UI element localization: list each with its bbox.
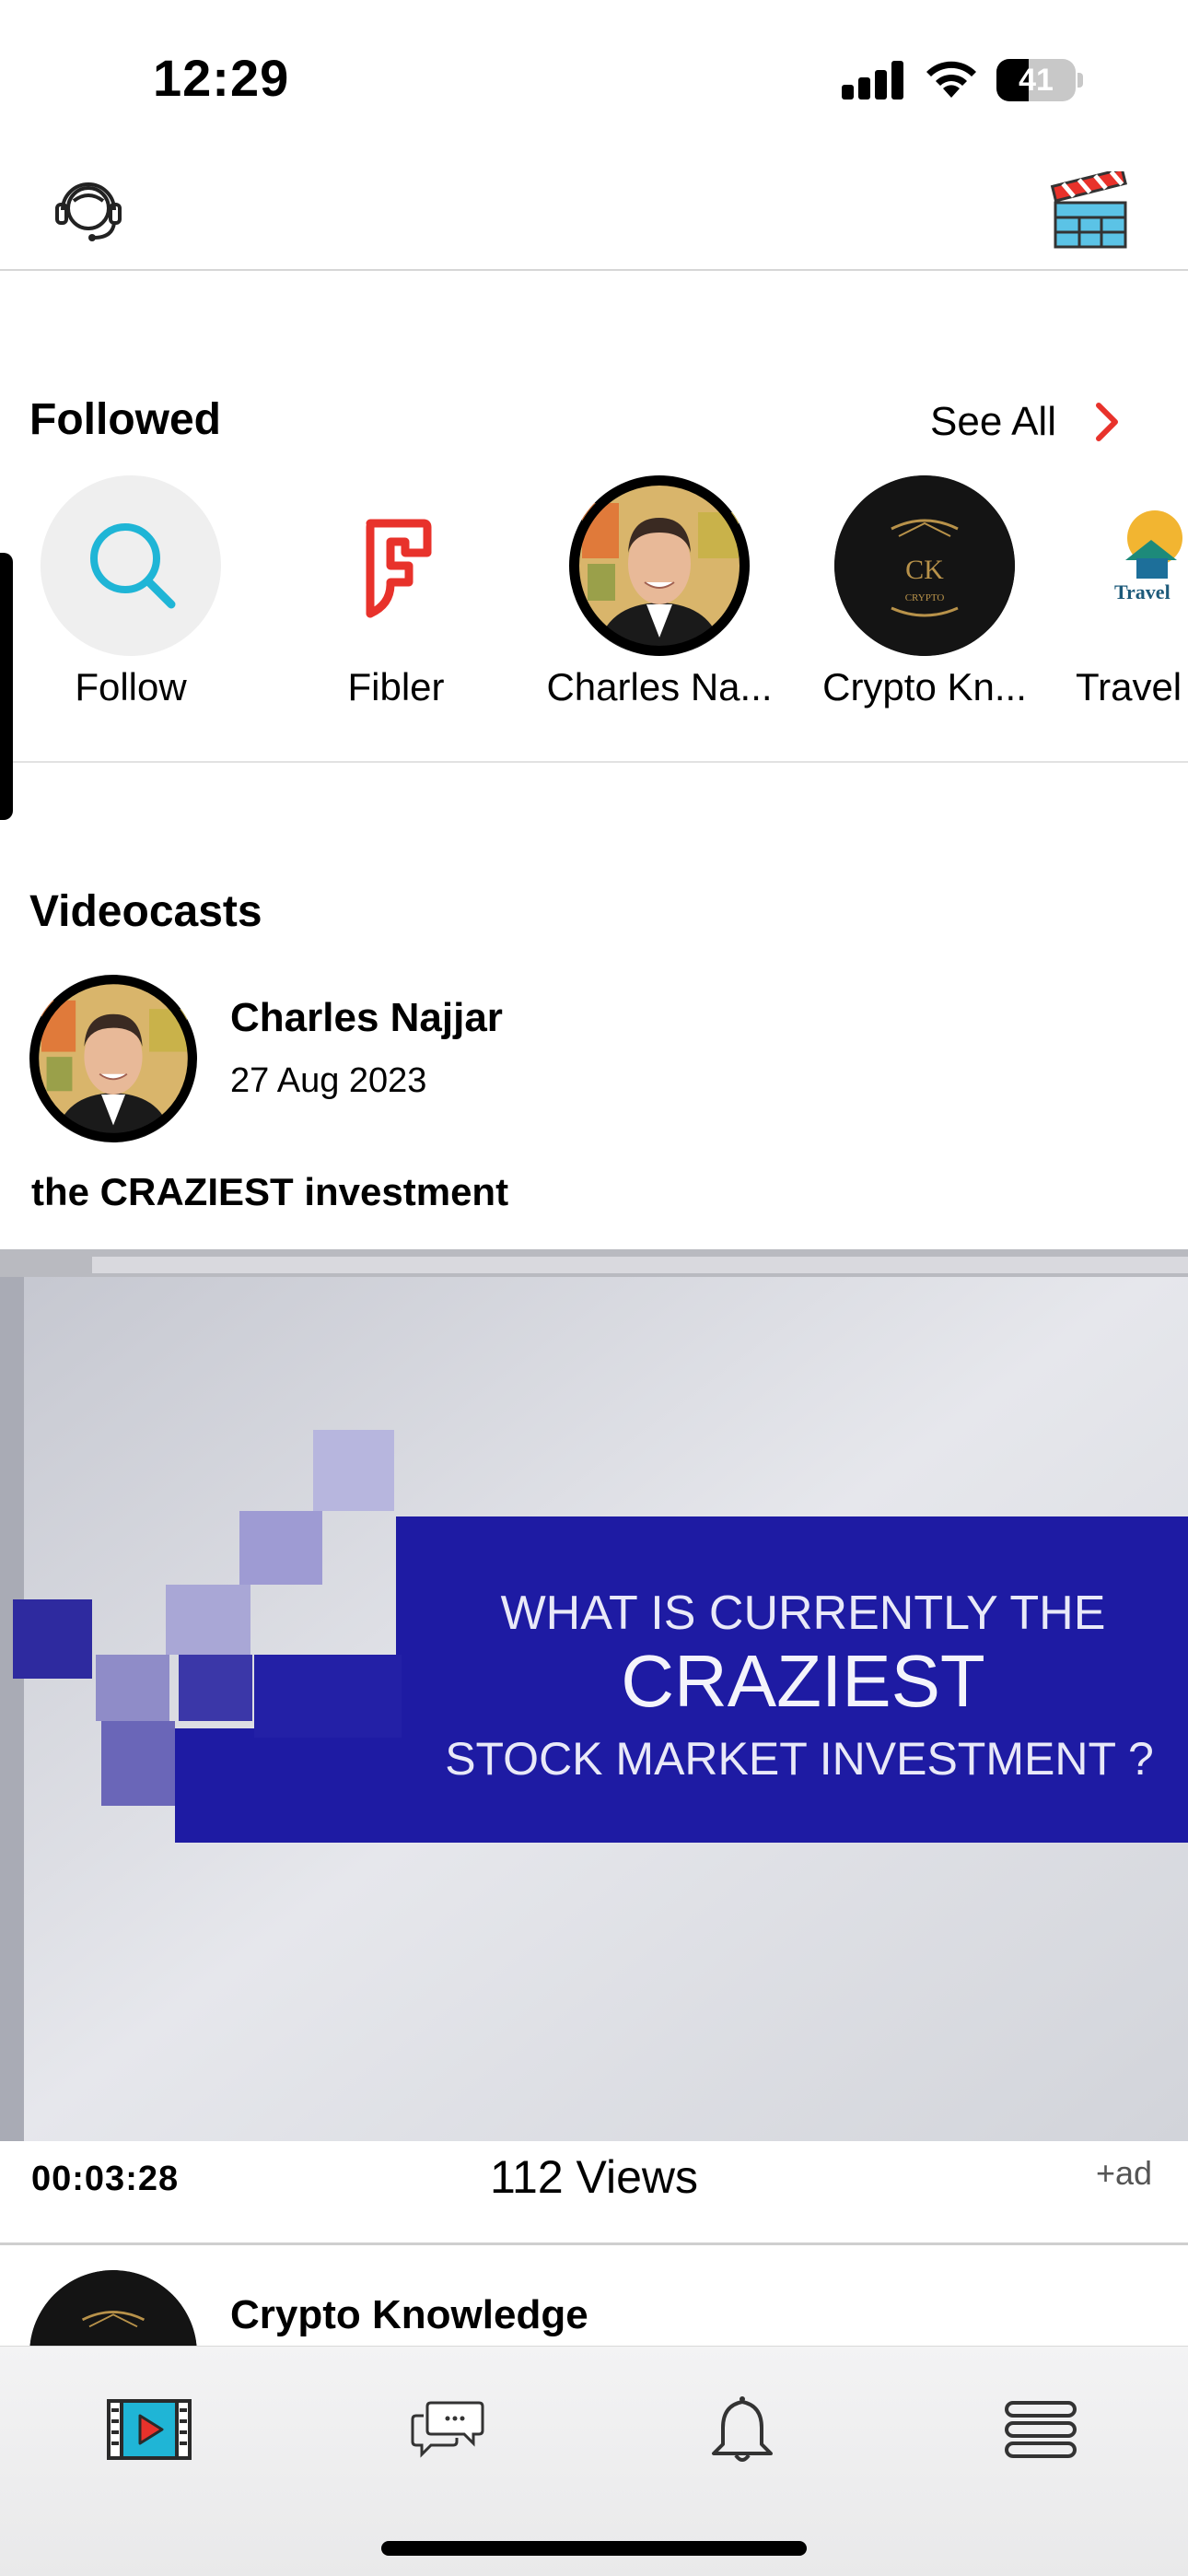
tab-videos[interactable] [94,2383,204,2476]
fibler-logo [306,475,486,656]
followed-item-label: Follow [75,665,187,708]
clapperboard-icon[interactable] [1050,171,1131,251]
followed-item-label: Crypto Kn... [822,665,1027,708]
followed-item-crypto[interactable]: CK CRYPTO Crypto Kn... [796,472,1054,720]
bell-icon [712,2396,773,2462]
crypto-knowledge-logo: CK CRYPTO [834,475,1015,656]
author-avatar[interactable] [29,975,197,1142]
battery-level: 41 [1019,63,1054,98]
section-divider [0,761,1188,763]
travel-logo: Travel [1100,475,1188,656]
tab-menu[interactable] [985,2383,1096,2476]
videocasts-title: Videocasts [29,887,262,936]
view-count: 112 Views [489,2151,699,2203]
thumbnail-line1: WHAT IS CURRENTLY THE [501,1587,1106,1640]
see-all-label: See All [930,399,1056,444]
video-thumbnail[interactable]: WHAT IS CURRENTLY THE CRAZIEST STOCK MAR… [0,1249,1188,2141]
battery-icon: 41 [996,59,1083,101]
followed-item-label: Travel [1076,665,1182,708]
followed-list: Follow Fibler Charles Na... CK CRYPTO Cr… [0,472,1188,730]
crypto-logo-subtext: CRYPTO [905,592,945,603]
chat-bubbles-icon [411,2401,484,2458]
thumbnail-line2: CRAZIEST [621,1640,985,1722]
followed-title: Followed [29,395,221,444]
top-bar [0,157,1188,271]
tab-messages[interactable] [392,2383,503,2476]
home-indicator [381,2541,807,2556]
status-bar: 12:29 41 [0,0,1188,157]
avatar [569,475,750,656]
travel-logo-text: Travel [1114,580,1171,603]
crypto-logo-text: CK [905,555,944,585]
see-all-button[interactable]: See All [930,394,1121,450]
author-name[interactable]: Charles Najjar [230,995,503,1041]
chevron-right-icon [1095,403,1118,441]
post-date: 27 Aug 2023 [230,1061,427,1100]
followed-item-follow[interactable]: Follow [2,472,260,720]
status-time: 12:29 [153,49,290,107]
wifi-icon [926,61,976,98]
post-title: the CRAZIEST investment [31,1170,509,1213]
screen-edge [0,553,13,820]
followed-item-travel[interactable]: Travel Travel [1061,472,1188,720]
signal-icon [842,61,904,100]
followed-item-fibler[interactable]: Fibler [267,472,525,720]
thumbnail-line3: STOCK MARKET INVESTMENT ? [445,1733,1154,1785]
followed-item-label: Fibler [347,665,445,708]
video-film-icon [107,2399,192,2460]
next-author-name[interactable]: Crypto Knowledge [230,2292,588,2338]
ad-tag[interactable]: +ad [1096,2154,1152,2193]
tab-notifications[interactable] [687,2383,798,2476]
search-icon [41,475,221,656]
followed-item-label: Charles Na... [546,665,773,708]
post-divider [0,2242,1188,2245]
followed-item-charles[interactable]: Charles Na... [530,472,788,720]
menu-icon [1005,2401,1077,2458]
headset-support-icon[interactable] [52,170,125,247]
